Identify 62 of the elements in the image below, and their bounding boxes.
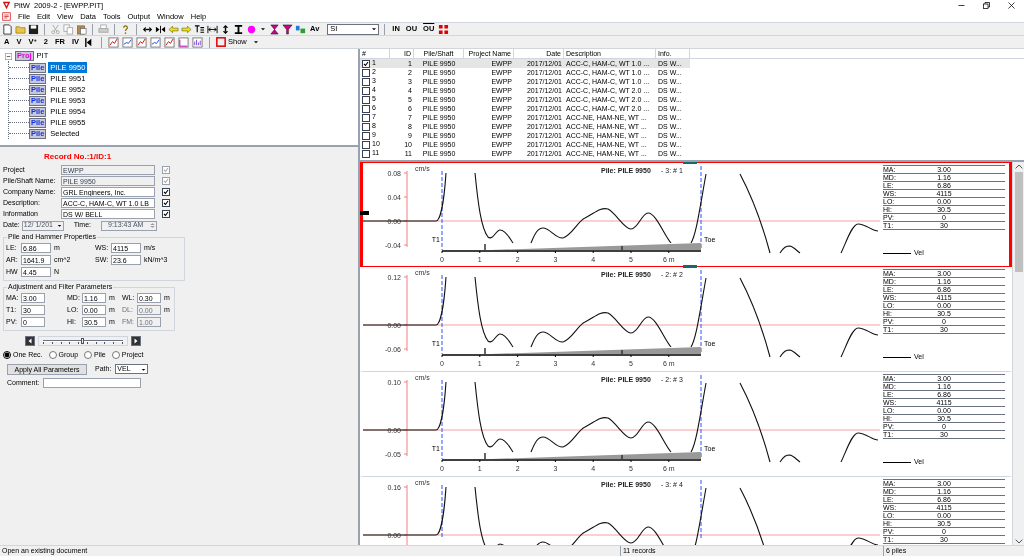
square-icon: [216, 37, 226, 47]
checkbox[interactable]: [362, 86, 370, 95]
scroll-down-icon[interactable]: [1014, 537, 1023, 545]
new-file-icon[interactable]: [2, 23, 13, 35]
arrows-vertical-icon[interactable]: [220, 23, 231, 35]
collapse-icon[interactable]: [5, 52, 12, 60]
legend-line: [883, 252, 911, 254]
chart-icon[interactable]: [164, 36, 175, 48]
checkbox[interactable]: [362, 113, 370, 122]
vertical-scrollbar[interactable]: [1012, 162, 1024, 545]
legend-line: [883, 356, 911, 358]
resize-handle[interactable]: [360, 211, 369, 215]
document-icon[interactable]: [2, 12, 11, 21]
checkbox[interactable]: [162, 188, 170, 196]
dropdown-arrow-icon: [370, 25, 379, 33]
dropdown-arrow-icon: [55, 222, 63, 229]
restore-icon[interactable]: [982, 1, 991, 10]
comment-field[interactable]: [43, 377, 141, 388]
spin-arrows-icon: [149, 222, 156, 229]
text-lines-icon[interactable]: [194, 23, 205, 35]
arrows-inward-icon[interactable]: [155, 23, 166, 35]
checkbox[interactable]: [362, 68, 370, 77]
close-icon[interactable]: [1007, 1, 1016, 10]
blocks-icon[interactable]: [295, 23, 306, 35]
checkbox[interactable]: [362, 59, 370, 68]
slider-thumb[interactable]: [81, 338, 84, 344]
triangle-right-icon: [133, 338, 139, 344]
grid-icon[interactable]: [438, 23, 450, 35]
resize-handle[interactable]: [683, 265, 697, 268]
scroll-left-button[interactable]: [25, 336, 35, 346]
checkbox[interactable]: [362, 104, 370, 113]
radio-button[interactable]: [3, 351, 11, 360]
checkbox[interactable]: [162, 210, 170, 218]
triangle-left-icon: [27, 338, 33, 344]
radio-button[interactable]: [111, 351, 120, 360]
chart-icon[interactable]: [136, 36, 147, 48]
checkbox[interactable]: [362, 122, 370, 131]
hourglass-icon[interactable]: [269, 23, 280, 35]
scroll-right-button[interactable]: [131, 336, 141, 346]
radio-button[interactable]: [48, 351, 57, 360]
ibeam-icon[interactable]: [233, 23, 244, 35]
chart-icon[interactable]: [122, 36, 133, 48]
checkbox[interactable]: [162, 199, 170, 207]
checkbox[interactable]: [362, 131, 370, 140]
help-icon[interactable]: [120, 23, 131, 35]
checkbox[interactable]: [362, 95, 370, 104]
funnel-icon[interactable]: [282, 23, 293, 35]
scroll-thumb[interactable]: [1014, 172, 1023, 272]
chart-icon[interactable]: [178, 36, 189, 48]
save-icon[interactable]: [28, 23, 39, 35]
chart-icon[interactable]: [108, 36, 119, 48]
radio-button[interactable]: [84, 351, 93, 360]
scroll-up-icon[interactable]: [1014, 163, 1023, 171]
slider-track[interactable]: [38, 336, 128, 346]
checkbox[interactable]: [362, 77, 370, 86]
legend-line: [883, 461, 911, 463]
checkbox[interactable]: [362, 140, 370, 149]
record-heading: Record No.:1/ID:1: [43, 151, 113, 163]
chart-icon[interactable]: [192, 36, 203, 48]
span-icon[interactable]: [207, 23, 218, 35]
checkbox[interactable]: [362, 149, 370, 158]
paste-icon[interactable]: [76, 23, 87, 35]
